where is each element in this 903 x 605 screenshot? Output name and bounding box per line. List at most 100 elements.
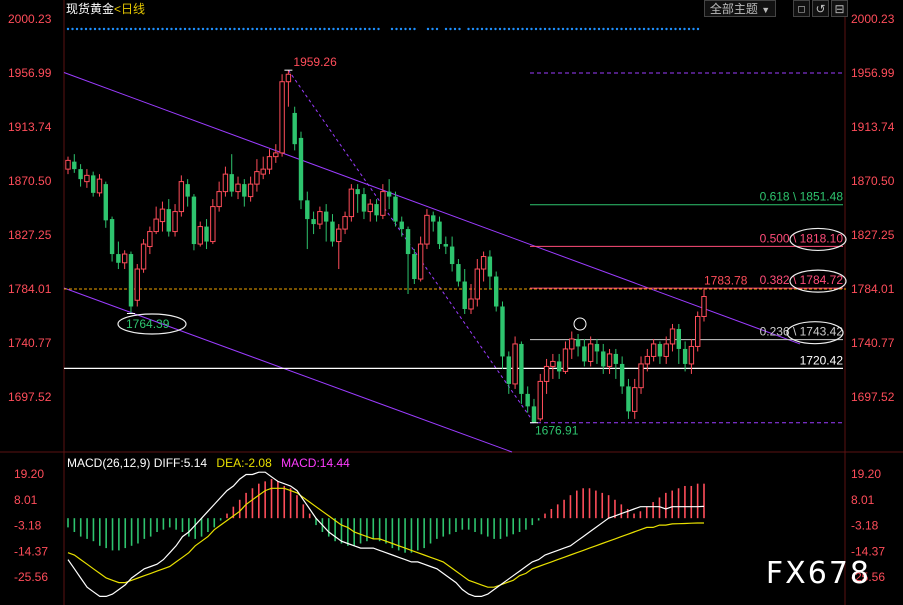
event-dot	[449, 27, 452, 31]
macd-axis-left-label-0: 19.20	[14, 467, 44, 481]
event-dot	[152, 27, 155, 31]
event-dot	[516, 27, 520, 31]
refresh-icon[interactable]: ↺	[812, 0, 829, 17]
candle-body-up	[159, 208, 166, 223]
event-dot	[98, 27, 101, 31]
candle-body-down	[657, 343, 663, 357]
candle-body-down	[487, 256, 493, 277]
period-selector[interactable]: <日线	[114, 2, 145, 16]
event-dot	[498, 27, 502, 31]
event-dot	[615, 27, 619, 31]
event-dot	[678, 27, 682, 31]
event-dot	[242, 27, 245, 31]
event-dot	[327, 27, 331, 31]
candle-body-down	[330, 221, 335, 242]
candle-body-up	[638, 363, 644, 389]
candle-body-down	[90, 175, 96, 193]
event-dot	[507, 27, 511, 31]
event-dot	[620, 27, 623, 31]
event-dot	[210, 27, 214, 31]
price-axis-right-label-2: 1913.74	[851, 120, 895, 134]
event-dot	[345, 27, 349, 31]
upper-channel-line	[63, 72, 801, 345]
event-dot	[458, 27, 461, 31]
event-dot	[332, 27, 335, 31]
candle-body-down	[191, 196, 197, 245]
fib-level-label-0.618: 0.618 \ 1851.48	[760, 190, 844, 204]
candle-body-up	[348, 188, 355, 218]
price-axis-right-label-1: 1956.99	[851, 66, 895, 80]
price-axis-right-label-0: 2000.23	[851, 12, 895, 26]
event-dot	[192, 27, 196, 31]
candle-body-up	[543, 365, 550, 382]
event-dot	[156, 27, 160, 31]
candle-body-up	[247, 183, 254, 198]
candle-body-up	[279, 81, 285, 154]
candle-body-up	[632, 387, 638, 412]
instrument-title: 现货黄金	[66, 2, 115, 16]
event-dot	[431, 27, 434, 31]
candle-body-down	[323, 211, 329, 222]
event-dot	[494, 27, 497, 31]
window-restore-icon[interactable]: ◻	[793, 0, 810, 17]
event-dot	[264, 27, 268, 31]
event-dot	[669, 27, 673, 31]
candle-body-up	[474, 268, 481, 300]
event-dot	[597, 27, 601, 31]
candle-body-down	[166, 209, 171, 232]
current-price-axis-label: 1784.01	[851, 282, 895, 296]
event-dot	[602, 27, 605, 31]
price-axis-right-label-6: 1740.77	[851, 336, 895, 350]
event-dot	[93, 27, 97, 31]
candle-body-up	[121, 253, 128, 264]
event-dot	[71, 27, 74, 31]
event-dot	[575, 27, 578, 31]
event-dot	[305, 27, 308, 31]
event-dot	[372, 27, 376, 31]
theme-label: 全部主题	[709, 2, 758, 16]
price-axis-left-label-0: 2000.23	[8, 12, 52, 26]
event-dot	[228, 27, 232, 31]
candle-body-down	[393, 196, 398, 222]
event-dot	[534, 27, 538, 31]
candle-body-up	[688, 345, 695, 365]
event-dot	[629, 27, 632, 31]
event-dot	[692, 27, 695, 31]
panel-collapse-icon[interactable]: ⊟	[831, 0, 848, 17]
event-dot	[485, 27, 488, 31]
candle-body-up	[644, 355, 651, 365]
candle-body-down	[456, 264, 461, 282]
event-dot	[390, 27, 394, 31]
event-dot	[296, 27, 299, 31]
watermark-logo: FX678	[765, 556, 871, 591]
candle-body-down	[405, 229, 411, 255]
candle-body-down	[229, 174, 234, 192]
price-axis-left-label-5: 1784.01	[8, 282, 52, 296]
candle-body-down	[619, 363, 625, 387]
theme-selector-button[interactable]: 全部主题 ▼	[704, 0, 776, 17]
event-dot	[336, 27, 340, 31]
candle-body-down	[556, 361, 562, 372]
low-bottom-annotation: 1676.91	[535, 424, 579, 438]
event-dot	[215, 27, 218, 31]
candle-body-up	[650, 343, 657, 357]
candle-body-down	[531, 406, 537, 423]
candle-body-up	[147, 231, 153, 248]
candle-body-up	[342, 216, 348, 230]
event-dot	[467, 27, 470, 31]
candle-body-up	[153, 218, 159, 233]
price-axis-left-label-6: 1740.77	[8, 336, 52, 350]
candle-body-down	[72, 161, 77, 170]
candle-body-down	[412, 254, 417, 280]
event-dot	[633, 27, 637, 31]
event-dot	[606, 27, 610, 31]
candle-body-up	[550, 360, 556, 367]
candle-body-down	[355, 189, 360, 195]
candle-body-down	[613, 353, 619, 364]
event-dot	[75, 27, 79, 31]
event-dot	[543, 27, 547, 31]
event-dot	[377, 27, 380, 31]
event-dot	[318, 27, 322, 31]
event-dot	[314, 27, 317, 31]
event-dot	[525, 27, 529, 31]
